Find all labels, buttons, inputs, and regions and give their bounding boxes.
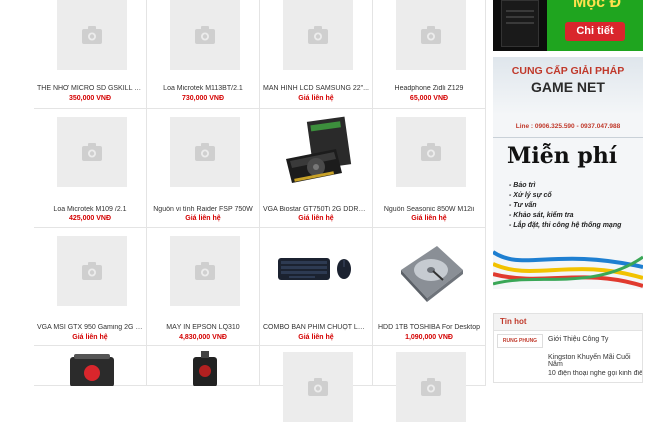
service-item: - Bảo trì xyxy=(509,182,536,189)
promo-banner[interactable]: Mộc Đ Chi tiết xyxy=(493,0,643,51)
service-item: - Xử lý sự cố xyxy=(509,192,552,199)
product-card[interactable]: THẺ NHỚ MICRO SD GSKILL 3... 350,000 VNĐ xyxy=(34,0,147,109)
product-card[interactable]: Loa Microtek M113BT/2.1 730,000 VNĐ xyxy=(147,0,260,109)
product-card[interactable]: Nguồn vi tính Raider FSP 750W Giá liên h… xyxy=(147,109,260,228)
product-name[interactable]: Nguồn Seasonic 850W M12ii xyxy=(376,206,482,213)
product-card[interactable]: VGA Biostar GT750Ti 2G DDR5 ... Giá liên… xyxy=(260,109,373,228)
service-item: - Tư vấn xyxy=(509,202,537,209)
gpu-product-image[interactable] xyxy=(280,115,356,189)
hot-news-box: Tin hot RUNG PHUNG Giới Thiệu Công Ty Ki… xyxy=(493,313,643,383)
product-image-placeholder[interactable] xyxy=(57,117,127,187)
product-price: 65,000 VNĐ xyxy=(409,95,449,102)
product-card[interactable] xyxy=(34,346,147,387)
camera-icon xyxy=(195,262,215,280)
product-card[interactable]: MÁY IN EPSON LQ310 4,830,000 VNĐ xyxy=(147,228,260,346)
product-price: 4,830,000 VNĐ xyxy=(179,334,227,341)
product-card[interactable] xyxy=(373,346,486,422)
network-cables-image xyxy=(493,242,643,289)
service-item: - Lắp đặt, thi công hệ thống mạng xyxy=(509,222,622,229)
product-price: 350,000 VNĐ xyxy=(68,95,112,102)
camera-icon xyxy=(421,378,441,396)
product-price: 730,000 VNĐ xyxy=(181,95,225,102)
product-card[interactable] xyxy=(147,346,260,387)
product-card[interactable]: MÀN HÌNH LCD SAMSUNG 22"... Giá liên hệ xyxy=(260,0,373,109)
product-price: Giá liên hệ xyxy=(411,215,447,222)
camera-icon xyxy=(308,378,328,396)
keyboard-combo-image[interactable] xyxy=(274,240,360,300)
product-name[interactable]: Loa Microtek M109 /2.1 xyxy=(37,206,143,213)
product-image-placeholder[interactable] xyxy=(396,0,466,70)
product-price: 425,000 VNĐ xyxy=(68,215,112,222)
product-name[interactable]: VGA Biostar GT750Ti 2G DDR5 ... xyxy=(263,206,369,213)
product-card[interactable]: Nguồn Seasonic 850W M12ii Giá liên hệ xyxy=(373,109,486,228)
speaker-product-image[interactable] xyxy=(62,351,122,387)
hdd-product-image[interactable] xyxy=(393,240,469,306)
product-image-placeholder[interactable] xyxy=(283,352,353,422)
product-name[interactable]: VGA MSI GTX 950 Gaming 2G (... xyxy=(37,324,143,331)
product-image-placeholder[interactable] xyxy=(57,0,127,70)
service-list: - Bảo trì - Xử lý sự cố - Tư vấn - Khảo … xyxy=(509,181,621,231)
product-image-placeholder[interactable] xyxy=(57,236,127,306)
speaker-trolley-product-image[interactable] xyxy=(185,351,225,387)
product-name[interactable]: Nguồn vi tính Raider FSP 750W xyxy=(150,206,256,213)
product-price: Giá liên hệ xyxy=(298,334,334,341)
service-item: - Khảo sát, kiểm tra xyxy=(509,212,574,219)
camera-icon xyxy=(421,26,441,44)
product-image-placeholder[interactable] xyxy=(170,0,240,70)
product-card[interactable]: VGA MSI GTX 950 Gaming 2G (... Giá liên … xyxy=(34,228,147,346)
product-image-placeholder[interactable] xyxy=(170,236,240,306)
camera-icon xyxy=(195,143,215,161)
banner-headline: CUNG CẤP GIẢI PHÁP xyxy=(511,65,625,77)
product-card[interactable]: Headphone Zidli Z129 65,000 VNĐ xyxy=(373,0,486,109)
product-price: Giá liên hệ xyxy=(72,334,108,341)
pc-case-image xyxy=(493,0,547,51)
product-name[interactable]: Loa Microtek M113BT/2.1 xyxy=(150,85,256,92)
product-name[interactable]: COMBO BÀN PHÍM CHUỘT LO... xyxy=(263,324,369,331)
product-image-placeholder[interactable] xyxy=(396,352,466,422)
gamenet-banner[interactable]: CUNG CẤP GIẢI PHÁP GAME NET Line : 0906.… xyxy=(493,57,643,289)
camera-icon xyxy=(82,143,102,161)
product-name[interactable]: HDD 1TB TOSHIBA For Desktop xyxy=(376,324,482,331)
camera-icon xyxy=(421,143,441,161)
hotline-text: Line : 0906.325.590 - 0937.047.988 xyxy=(515,123,621,130)
product-price: 1,090,000 VNĐ xyxy=(405,334,453,341)
banner-corner-text: Mộc Đ xyxy=(573,0,621,11)
camera-icon xyxy=(82,26,102,44)
product-name[interactable]: THẺ NHỚ MICRO SD GSKILL 3... xyxy=(37,85,143,92)
product-image-placeholder[interactable] xyxy=(283,0,353,70)
news-link[interactable]: Giới Thiệu Công Ty xyxy=(548,336,608,343)
product-card[interactable] xyxy=(260,346,373,422)
camera-icon xyxy=(82,262,102,280)
product-name[interactable]: MÀN HÌNH LCD SAMSUNG 22"... xyxy=(263,85,369,92)
banner-subheadline: GAME NET xyxy=(531,79,605,95)
camera-icon xyxy=(308,26,328,44)
product-price: Giá liên hệ xyxy=(185,215,221,222)
product-image-placeholder[interactable] xyxy=(170,117,240,187)
product-name[interactable]: MÁY IN EPSON LQ310 xyxy=(150,324,256,331)
news-link[interactable]: Kingston Khuyến Mãi Cuối Năm xyxy=(548,354,642,368)
product-card[interactable]: COMBO BÀN PHÍM CHUỘT LO... Giá liên hệ xyxy=(260,228,373,346)
camera-icon xyxy=(195,26,215,44)
product-price: Giá liên hệ xyxy=(298,95,334,102)
news-thumbnail[interactable]: RUNG PHUNG xyxy=(497,334,543,348)
product-card[interactable]: HDD 1TB TOSHIBA For Desktop 1,090,000 VN… xyxy=(373,228,486,346)
product-price: Giá liên hệ xyxy=(298,215,334,222)
free-service-title: Miễn phí xyxy=(507,143,618,169)
product-card[interactable]: Loa Microtek M109 /2.1 425,000 VNĐ xyxy=(34,109,147,228)
product-name[interactable]: Headphone Zidli Z129 xyxy=(376,85,482,92)
details-button[interactable]: Chi tiết xyxy=(565,22,625,41)
product-image-placeholder[interactable] xyxy=(396,117,466,187)
hot-news-title: Tin hot xyxy=(494,314,642,331)
news-link[interactable]: 10 điện thoại nghe gọi kinh điển xyxy=(548,370,642,377)
